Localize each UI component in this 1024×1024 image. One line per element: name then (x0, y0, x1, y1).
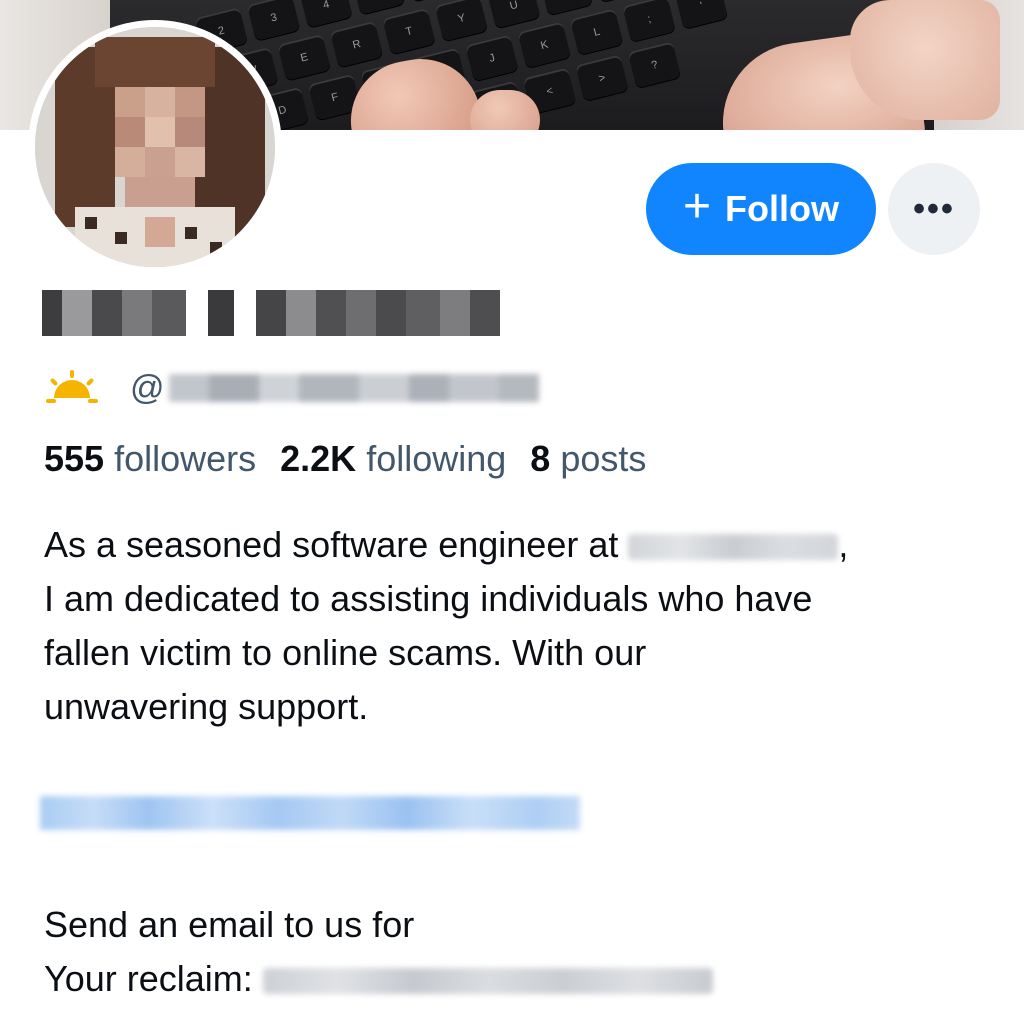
profile-page: 2 3 4 5 6 7 8 9 0 - = W E R T Y U I O P … (0, 0, 1024, 1024)
profile-stats: 555 followers 2.2K following 8 posts (44, 438, 646, 480)
contact-line-1: Send an email to us for (44, 904, 415, 945)
avatar[interactable] (28, 20, 282, 274)
bio-line-1-end: , (838, 524, 849, 565)
display-name-redacted (42, 290, 500, 336)
posts-stat: 8 posts (530, 438, 646, 480)
following-stat[interactable]: 2.2K following (280, 438, 506, 480)
follow-button[interactable]: + Follow (646, 163, 876, 255)
contact-text: Send an email to us for Your reclaim: (44, 898, 1004, 1006)
followers-stat[interactable]: 555 followers (44, 438, 256, 480)
bio-line-3: fallen victim to online scams. With our (44, 632, 647, 673)
follow-label: Follow (725, 188, 839, 229)
followers-count: 555 (44, 438, 105, 479)
handle-row: @ (42, 366, 539, 410)
bio-link-redacted[interactable] (40, 796, 580, 830)
bio-line-4: unwavering support. (44, 686, 369, 727)
handle-redacted[interactable] (168, 374, 539, 402)
plus-icon: + (682, 180, 712, 233)
avatar-image (35, 27, 275, 267)
bio-line-1: As a seasoned software engineer at (44, 524, 619, 565)
company-redacted (628, 534, 839, 561)
following-label: following (366, 438, 507, 479)
handle-prefix: @ (130, 368, 165, 407)
posts-count: 8 (530, 438, 551, 479)
following-count: 2.2K (280, 438, 357, 479)
followers-label: followers (114, 438, 257, 479)
profile-bio: As a seasoned software engineer at , I a… (44, 518, 1004, 734)
email-redacted (262, 968, 713, 995)
more-options-button[interactable]: ••• (888, 163, 980, 255)
bio-line-2: I am dedicated to assisting individuals … (44, 578, 813, 619)
posts-label: posts (560, 438, 647, 479)
contact-line-2: Your reclaim: (44, 958, 253, 999)
ellipsis-icon: ••• (913, 189, 955, 228)
sun-icon (46, 370, 98, 403)
